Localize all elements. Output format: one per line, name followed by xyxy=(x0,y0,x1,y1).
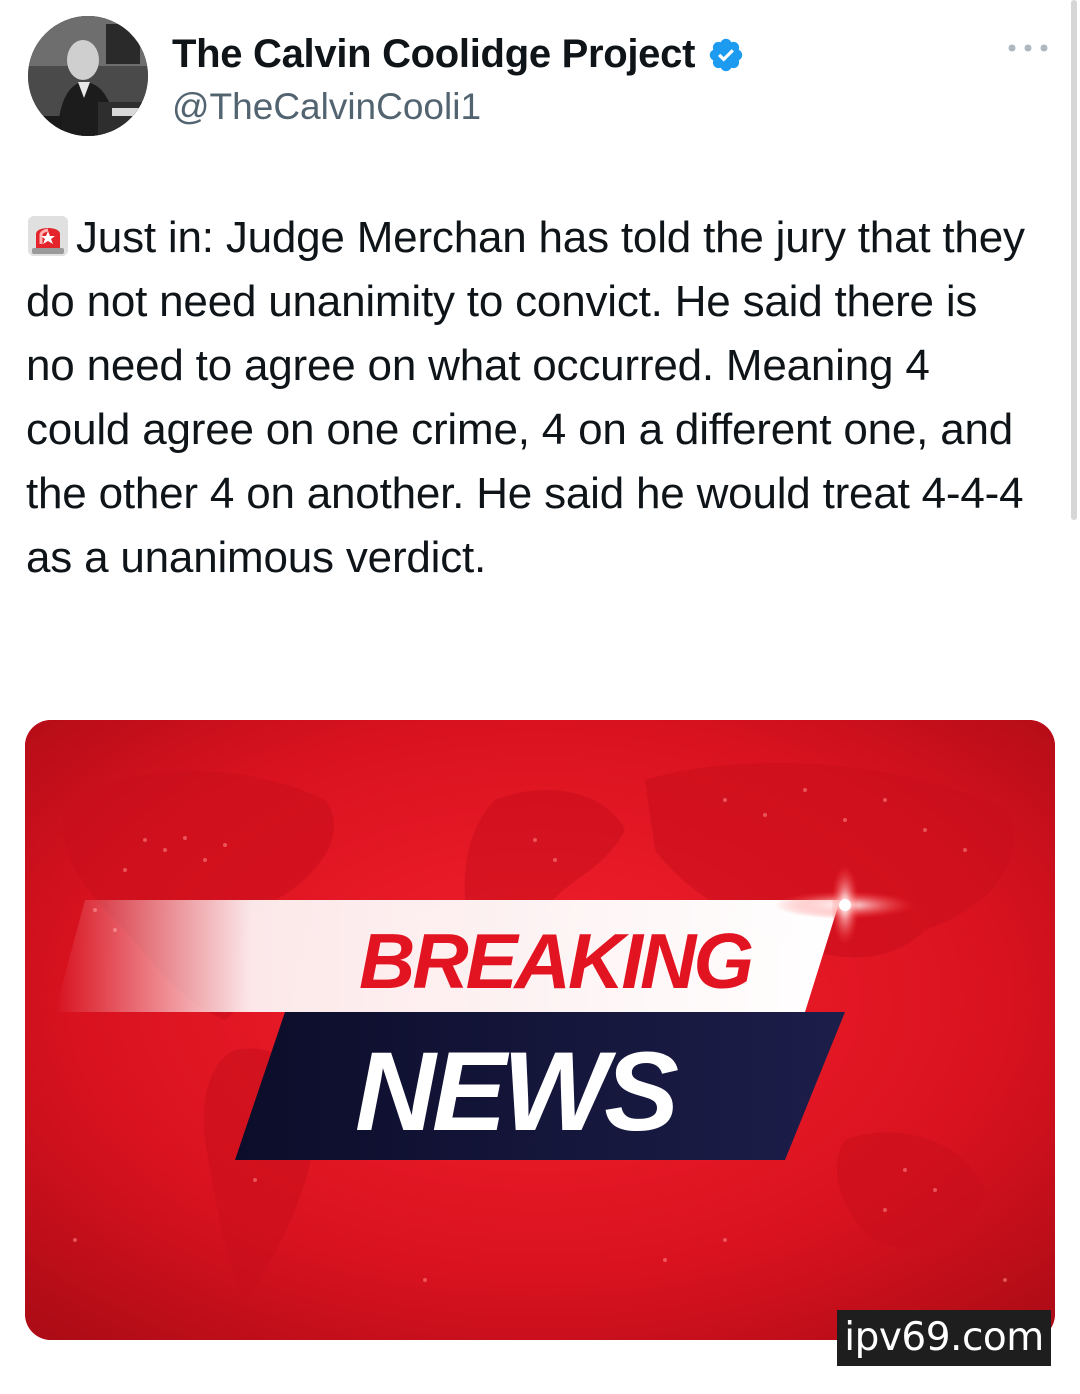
watermark: ipv69.com xyxy=(837,1310,1051,1366)
verified-badge-icon xyxy=(707,36,745,74)
tweet-text: Just in: Judge Merchan has told the jury… xyxy=(26,206,1036,590)
tweet-body: Just in: Judge Merchan has told the jury… xyxy=(26,213,1025,582)
scrollbar[interactable] xyxy=(1071,0,1077,520)
display-name[interactable]: The Calvin Coolidge Project xyxy=(172,32,695,77)
tweet-media-image[interactable]: BREAKING NEWS xyxy=(25,720,1055,1340)
tweet-header: The Calvin Coolidge Project @TheCalvinCo… xyxy=(28,16,1050,140)
tweet-screenshot: The Calvin Coolidge Project @TheCalvinCo… xyxy=(0,0,1080,1394)
siren-icon xyxy=(26,212,70,256)
headline-news: NEWS xyxy=(355,1029,678,1154)
author-handle[interactable]: @TheCalvinCooli1 xyxy=(172,86,481,128)
headline-breaking: BREAKING xyxy=(359,917,752,1005)
avatar[interactable] xyxy=(28,16,148,136)
more-options-icon[interactable] xyxy=(1006,38,1050,58)
author-name-row[interactable]: The Calvin Coolidge Project xyxy=(172,32,745,77)
